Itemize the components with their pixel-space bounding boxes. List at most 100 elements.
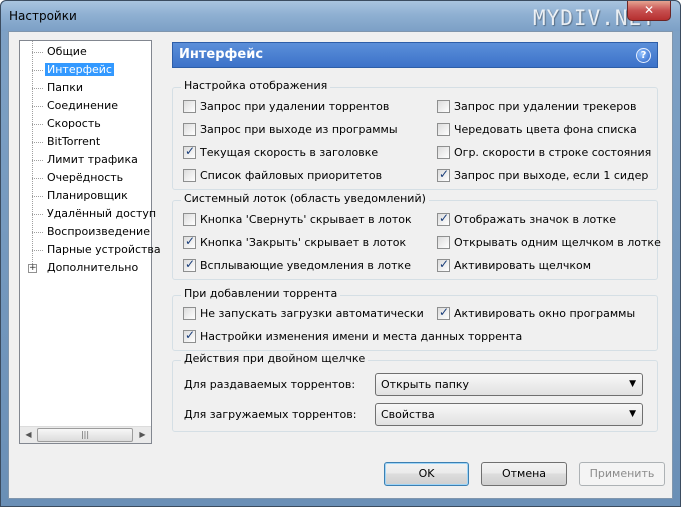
checkbox-unchecked[interactable] (183, 168, 196, 182)
downloading-action-select[interactable]: Свойства ▼ (375, 403, 643, 426)
tray-option[interactable]: Всплывающие уведомления в лотке (183, 257, 411, 274)
adding-option[interactable]: Активировать окно программы (437, 305, 636, 322)
title-bar[interactable]: Настройки MYDIV.NET ✕ (1, 1, 680, 31)
chevron-down-icon: ▼ (629, 379, 636, 389)
cancel-button[interactable]: Отмена (481, 462, 567, 486)
display-option[interactable]: Запрос при выходе, если 1 сидер (437, 167, 649, 184)
help-icon[interactable]: ? (636, 48, 651, 63)
checkbox-unchecked[interactable] (183, 99, 196, 113)
display-option[interactable]: Запрос при удалении трекеров (437, 99, 636, 115)
add-torrent-group: При добавлении торрента Не запускать заг… (172, 287, 658, 351)
tree-item-label: Удалённый доступ (47, 207, 157, 220)
seeding-action-select[interactable]: Открыть папку ▼ (375, 373, 643, 396)
tree-item[interactable]: Лимит трафика (20, 151, 151, 169)
tree-item[interactable]: Скорость (20, 115, 151, 133)
checkbox-label: Отображать значок в лотке (454, 213, 617, 226)
window-title: Настройки (9, 9, 77, 23)
group-title-adding: При добавлении торрента (181, 287, 341, 300)
group-title-doubleclick: Действия при двойном щелчке (181, 352, 369, 365)
checkbox-label: Не запускать загрузки автоматически (200, 307, 424, 320)
tree-connector (32, 70, 43, 71)
section-title: Интерфейс (179, 47, 264, 62)
tree-connector (32, 52, 43, 53)
checkbox-label: Текущая скорость в заголовке (200, 146, 379, 159)
scroll-right-icon[interactable]: ▶ (134, 427, 151, 443)
tray-option[interactable]: Кнопка 'Свернуть' скрывает в лоток (183, 212, 412, 228)
tree-item[interactable]: Интерфейс (20, 61, 151, 79)
checkbox-checked[interactable] (183, 328, 196, 343)
tree-item-label: Дополнительно (47, 261, 139, 274)
display-option[interactable]: Огр. скорости в строке состояния (437, 145, 651, 161)
tray-option[interactable]: Отображать значок в лотке (437, 211, 617, 228)
checkbox-checked[interactable] (183, 257, 196, 272)
tree-item-label: BitTorrent (47, 135, 101, 148)
checkbox-unchecked[interactable] (437, 122, 450, 136)
tree-item[interactable]: Планировщик (20, 187, 151, 205)
seeding-action-value: Открыть папку (381, 378, 470, 391)
tree-item[interactable]: Папки (20, 79, 151, 97)
scroll-thumb[interactable]: ||| (37, 428, 133, 442)
settings-window: Настройки MYDIV.NET ✕ Общие Интерфейс Папк… (0, 0, 681, 507)
tree-list: Общие Интерфейс Папки Соединение Скорость Bit… (20, 43, 161, 277)
section-header: Интерфейс ? (172, 42, 658, 68)
downloading-action-label: Для загружаемых торрентов: (184, 408, 357, 421)
tree-item[interactable]: BitTorrent (20, 133, 151, 151)
checkbox-unchecked[interactable] (437, 99, 450, 113)
tray-option[interactable]: Активировать щелчком (437, 257, 591, 274)
tree-item[interactable]: Парные устройства (20, 241, 161, 259)
checkbox-unchecked[interactable] (183, 306, 196, 320)
tray-option[interactable]: Открывать одним щелчком в лотке (437, 235, 661, 251)
display-option[interactable]: Список файловых приоритетов (183, 168, 382, 184)
tree-connector (32, 124, 43, 125)
checkbox-checked[interactable] (183, 144, 196, 159)
tree-item-label: Планировщик (47, 189, 128, 202)
tree-item-label: Папки (47, 81, 83, 94)
checkbox-unchecked[interactable] (437, 145, 450, 159)
checkbox-unchecked[interactable] (437, 235, 450, 249)
tree-connector (32, 88, 43, 89)
checkbox-label: Кнопка 'Свернуть' скрывает в лоток (200, 213, 412, 226)
expand-plus-icon[interactable]: + (28, 264, 37, 273)
tree-item[interactable]: Воспроизведение (20, 223, 151, 241)
tree-item[interactable]: + Дополнительно (20, 259, 151, 277)
checkbox-label: Активировать окно программы (454, 307, 636, 320)
double-click-group: Действия при двойном щелчке Для раздавае… (172, 352, 658, 432)
tree-item[interactable]: Общие (20, 43, 151, 61)
checkbox-unchecked[interactable] (183, 122, 196, 136)
checkbox-checked[interactable] (183, 234, 196, 249)
checkbox-label: Запрос при выходе, если 1 сидер (454, 169, 649, 182)
tree-item-label: Очерёдность (47, 171, 124, 184)
apply-button[interactable]: Применить (579, 462, 665, 486)
checkbox-unchecked[interactable] (183, 212, 196, 226)
tree-item[interactable]: Соединение (20, 97, 151, 115)
tree-connector (32, 196, 43, 197)
display-option[interactable]: Текущая скорость в заголовке (183, 144, 379, 161)
group-title-tray: Системный лоток (область уведомлений) (181, 192, 429, 205)
dialog-client-area: Общие Интерфейс Папки Соединение Скорость Bit… (8, 31, 673, 499)
tray-option[interactable]: Кнопка 'Закрыть' скрывает в лоток (183, 234, 407, 251)
checkbox-checked[interactable] (437, 305, 450, 320)
tree-item-label: Парные устройства (47, 243, 161, 256)
tree-item[interactable]: Очерёдность (20, 169, 151, 187)
checkbox-checked[interactable] (437, 211, 450, 226)
adding-option[interactable]: Не запускать загрузки автоматически (183, 306, 424, 322)
tree-item-label: Соединение (47, 99, 119, 112)
ok-button[interactable]: OK (384, 462, 469, 486)
display-option[interactable]: Запрос при выходе из программы (183, 122, 398, 138)
close-button[interactable]: ✕ (627, 1, 671, 21)
settings-tree[interactable]: Общие Интерфейс Папки Соединение Скорость Bit… (19, 40, 161, 444)
tree-item-label: Воспроизведение (47, 225, 150, 238)
tree-horizontal-scrollbar[interactable]: ◀ ||| ▶ (20, 426, 151, 443)
tree-item-label: Интерфейс (45, 63, 114, 76)
tree-item[interactable]: Удалённый доступ (20, 205, 156, 223)
tree-connector (32, 106, 43, 107)
checkbox-checked[interactable] (437, 167, 450, 182)
tree-connector (32, 232, 43, 233)
scroll-left-icon[interactable]: ◀ (20, 427, 37, 443)
display-option[interactable]: Запрос при удалении торрентов (183, 99, 389, 115)
display-option[interactable]: Чередовать цвета фона списка (437, 122, 637, 138)
adding-option[interactable]: Настройки изменения имени и места данных… (183, 328, 522, 345)
checkbox-checked[interactable] (437, 257, 450, 272)
checkbox-label: Кнопка 'Закрыть' скрывает в лоток (200, 236, 407, 249)
tree-connector (32, 178, 43, 179)
